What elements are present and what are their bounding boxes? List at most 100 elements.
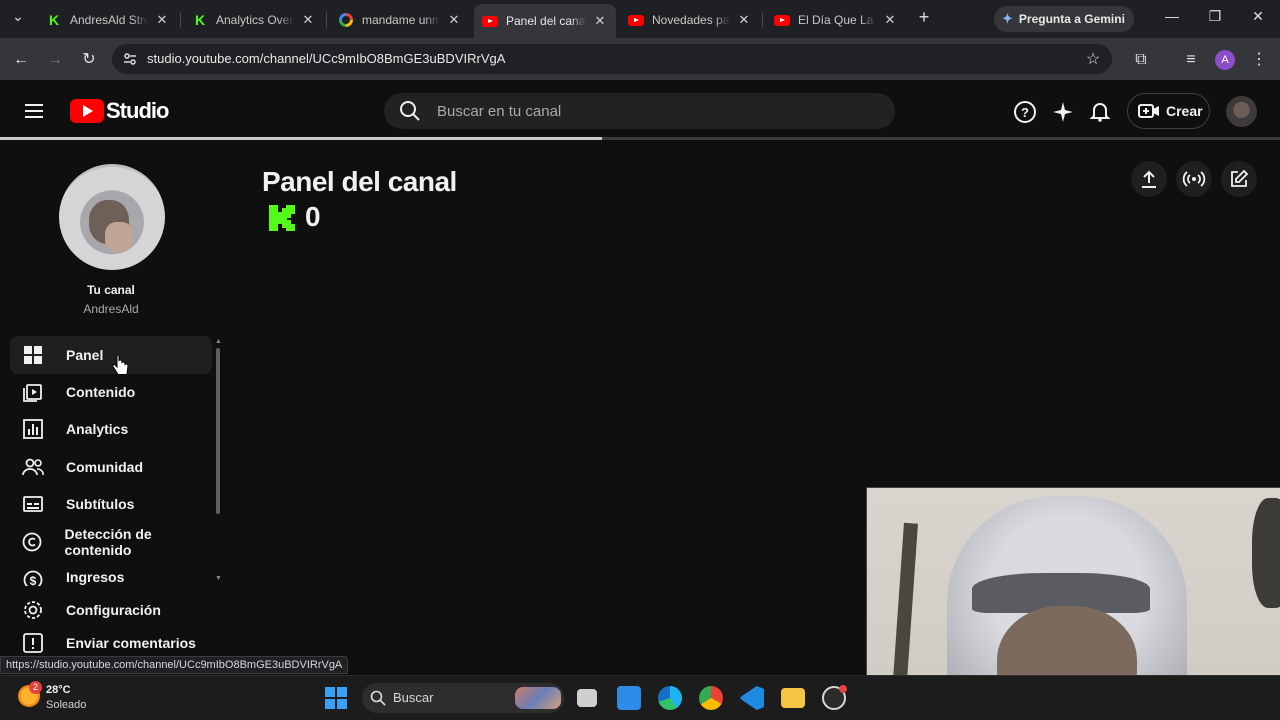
taskbar-search-label[interactable]: Buscar <box>393 690 433 705</box>
studio-logo[interactable]: Studio <box>70 98 169 124</box>
minimize-button[interactable]: — <box>1160 8 1184 30</box>
reading-list-icon[interactable]: ≡ <box>1180 50 1202 70</box>
svg-text:$: $ <box>30 574 37 586</box>
tab-title: Analytics Overview <box>216 13 294 27</box>
edit-post-icon <box>1231 169 1249 187</box>
close-tab-icon[interactable]: ✕ <box>592 13 608 29</box>
close-window-button[interactable]: ✕ <box>1246 8 1270 30</box>
create-post-button[interactable] <box>1221 161 1257 197</box>
tab-divider <box>762 12 763 28</box>
browser-tab[interactable]: El Día Que La Él ✕ <box>766 6 906 34</box>
account-avatar[interactable] <box>1226 96 1257 127</box>
microsoft-store-icon[interactable] <box>617 686 641 710</box>
edge-icon[interactable] <box>658 686 682 710</box>
kick-icon: K <box>194 12 206 28</box>
close-tab-icon[interactable]: ✕ <box>736 12 752 28</box>
browser-tab[interactable]: K Analytics Overview ✕ <box>184 6 324 34</box>
settings-icon <box>22 599 44 621</box>
chrome-icon[interactable] <box>699 686 723 710</box>
sparkle-icon[interactable] <box>1051 100 1075 124</box>
sidebar-item-label: Enviar comentarios <box>66 635 196 651</box>
tab-title: Panel del canal <box>506 14 586 28</box>
close-tab-icon[interactable]: ✕ <box>446 12 462 28</box>
back-button[interactable]: ← <box>10 50 32 70</box>
kick-logo-icon <box>267 203 297 233</box>
youtube-icon <box>482 13 498 29</box>
browser-tab[interactable]: mandame unmensaje ✕ <box>330 6 470 34</box>
sidebar-item-panel[interactable]: Panel <box>10 336 212 374</box>
create-button[interactable]: Crear <box>1127 93 1210 129</box>
sidebar-item-analytics[interactable]: Analytics <box>10 410 212 448</box>
url-text[interactable]: studio.youtube.com/channel/UCc9mIbO8BmGE… <box>147 51 505 66</box>
file-explorer-icon[interactable] <box>781 688 805 708</box>
copyright-icon <box>22 531 43 553</box>
close-tab-icon[interactable]: ✕ <box>300 12 316 28</box>
content-icon <box>22 381 44 403</box>
tab-search-button[interactable]: ⌄ <box>6 8 30 30</box>
new-tab-button[interactable]: + <box>912 7 936 29</box>
sidebar-item-label: Comunidad <box>66 459 143 475</box>
scroll-down-arrow-icon[interactable]: ▼ <box>215 575 222 582</box>
reload-button[interactable]: ↻ <box>78 50 100 70</box>
help-icon[interactable]: ? <box>1013 100 1037 124</box>
taskbar-search-icon <box>370 690 386 706</box>
sidebar-item-contenido[interactable]: Contenido <box>10 373 212 411</box>
earn-icon: $ <box>22 569 44 586</box>
site-settings-icon[interactable] <box>122 51 138 67</box>
go-live-button[interactable] <box>1176 161 1212 197</box>
sidebar-item-label: Subtítulos <box>66 496 135 512</box>
upload-video-button[interactable] <box>1131 161 1167 197</box>
weather-description: Soleado <box>46 699 87 711</box>
channel-avatar[interactable] <box>59 164 165 270</box>
recording-indicator <box>839 685 847 693</box>
sidebar-item-label: Ingresos <box>66 569 125 585</box>
channel-search-input[interactable]: Buscar en tu canal <box>437 103 561 120</box>
kick-follower-count: 0 <box>305 201 321 232</box>
sidebar-scrollbar[interactable] <box>216 348 220 514</box>
windows-start-icon[interactable] <box>324 686 348 710</box>
dashboard-icon <box>22 344 44 366</box>
profile-avatar[interactable]: A <box>1215 50 1235 70</box>
browser-tab-active[interactable]: Panel del canal ✕ <box>474 4 616 38</box>
avatar-hand <box>105 222 133 252</box>
weather-badge: 2 <box>29 681 42 694</box>
create-button-label: Crear <box>1166 103 1203 119</box>
svg-text:?: ? <box>1021 105 1029 120</box>
browser-tab[interactable]: K AndresAld Stream ✕ <box>38 6 178 34</box>
tab-divider <box>326 12 327 28</box>
forward-button[interactable]: → <box>44 50 66 70</box>
task-view-icon[interactable] <box>577 689 597 707</box>
studio-logo-text: Studio <box>106 98 169 123</box>
youtube-icon <box>774 12 790 28</box>
analytics-icon <box>22 418 44 440</box>
hamburger-menu-icon[interactable] <box>24 101 46 121</box>
extensions-icon[interactable]: ⧉ <box>1130 50 1152 70</box>
upload-icon <box>1142 170 1156 188</box>
restore-button[interactable]: ❐ <box>1203 8 1227 30</box>
browser-menu-icon[interactable]: ⋮ <box>1248 50 1270 70</box>
sidebar-item-label: Analytics <box>66 421 129 437</box>
sidebar-item-ingresos[interactable]: $ Ingresos <box>10 560 212 586</box>
create-video-icon <box>1138 104 1159 118</box>
tab-title: El Día Que La Él <box>798 13 876 27</box>
page-title: Panel del canal <box>262 166 457 197</box>
youtube-icon <box>628 12 644 28</box>
tab-title: AndresAld Stream <box>70 13 148 27</box>
close-tab-icon[interactable]: ✕ <box>154 12 170 28</box>
sidebar-item-comunidad[interactable]: Comunidad <box>10 448 212 486</box>
browser-tab[interactable]: Novedades para ✕ <box>620 6 760 34</box>
feedback-icon <box>22 632 44 654</box>
sidebar-item-deteccion-de-contenido[interactable]: Detección de contenido <box>10 523 212 561</box>
bookmark-star-icon[interactable]: ☆ <box>1082 50 1104 70</box>
youtube-logo-icon <box>70 99 104 123</box>
channel-name: AndresAld <box>83 302 139 316</box>
close-tab-icon[interactable]: ✕ <box>882 12 898 28</box>
sidebar-item-subtitulos[interactable]: Subtítulos <box>10 485 212 523</box>
sidebar-item-enviar-comentarios[interactable]: Enviar comentarios <box>10 629 212 657</box>
search-highlight-image <box>515 687 561 709</box>
sidebar-item-configuracion[interactable]: Configuración <box>10 591 212 629</box>
search-icon <box>400 101 420 121</box>
scroll-up-arrow-icon[interactable]: ▲ <box>215 338 222 345</box>
gemini-button[interactable]: ✦ Pregunta a Gemini <box>994 6 1134 32</box>
notifications-bell-icon[interactable] <box>1088 99 1112 123</box>
